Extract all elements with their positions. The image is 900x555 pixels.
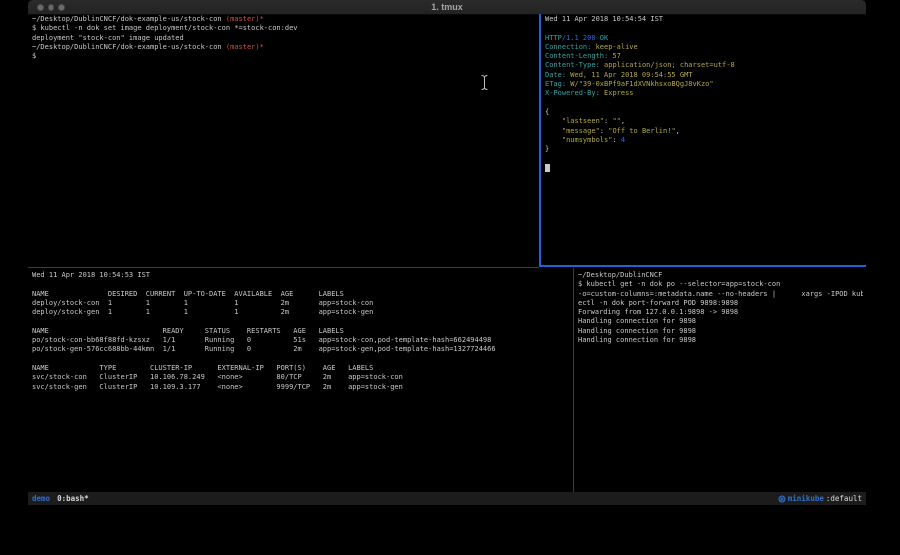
terminal-line [32, 280, 570, 289]
terminal-block-cursor [545, 164, 550, 172]
pane-bottom-left-kubectl-get[interactable]: Wed 11 Apr 2018 10:54:53 IST NAME DESIRE… [32, 271, 570, 491]
terminal-line: Wed 11 Apr 2018 10:54:53 IST [32, 271, 570, 280]
terminal-line: Handling connection for 9898 [578, 327, 863, 336]
pane-divider-horizontal-right-active[interactable] [539, 265, 866, 267]
window-titlebar[interactable]: 1. tmux [28, 0, 866, 15]
terminal-line: NAME READY STATUS RESTARTS AGE LABELS [32, 327, 570, 336]
terminal-line: Handling connection for 9898 [578, 336, 863, 345]
terminal-line [545, 99, 863, 108]
terminal-line [32, 355, 570, 364]
terminal-line: Content-Length: 57 [545, 52, 863, 61]
terminal-line: -o=custom-columns=:metadata.name --no-he… [578, 290, 863, 299]
pane-bottom-right-port-forward[interactable]: ~/Desktop/DublinCNCF$ kubectl get -n dok… [578, 271, 863, 491]
terminal-line: { [545, 108, 863, 117]
terminal-line: deploy/stock-con 1 1 1 1 2m app=stock-co… [32, 299, 570, 308]
pane-top-right-http-response[interactable]: Wed 11 Apr 2018 10:54:54 IST HTTP/1.1 20… [545, 15, 863, 264]
terminal-line: "message": "Off to Berlin!", [545, 127, 863, 136]
terminal-line: $ kubectl -n dok set image deployment/st… [32, 24, 537, 33]
terminal-line: ~/Desktop/DublinCNCF/dok-example-us/stoc… [32, 43, 537, 52]
terminal-line: Handling connection for 9898 [578, 317, 863, 326]
terminal-line: $ [32, 52, 537, 61]
terminal-line [545, 154, 863, 163]
terminal-line [545, 24, 863, 33]
terminal-line: ~/Desktop/DublinCNCF [578, 271, 863, 280]
pane-top-left-shell[interactable]: ~/Desktop/DublinCNCF/dok-example-us/stoc… [32, 15, 537, 264]
terminal-line: svc/stock-gen ClusterIP 10.109.3.177 <no… [32, 383, 570, 392]
terminal-line: Date: Wed, 11 Apr 2018 09:54:55 GMT [545, 71, 863, 80]
terminal-line: Wed 11 Apr 2018 10:54:54 IST [545, 15, 863, 24]
terminal-window: 1. tmux ~/Desktop/DublinCNCF/dok-example… [28, 0, 866, 505]
terminal-line: Connection: keep-alive [545, 43, 863, 52]
terminal-line: "lastseen": "", [545, 117, 863, 126]
terminal-line: NAME TYPE CLUSTER-IP EXTERNAL-IP PORT(S)… [32, 364, 570, 373]
terminal-line: Forwarding from 127.0.0.1:9898 -> 9898 [578, 308, 863, 317]
pane-divider-top-vertical-active[interactable] [539, 14, 541, 267]
terminal-line: HTTP/1.1 200 OK [545, 34, 863, 43]
terminal-line: deployment "stock-con" image updated [32, 34, 537, 43]
terminal-line: deploy/stock-gen 1 1 1 1 2m app=stock-ge… [32, 308, 570, 317]
tmux-session-name[interactable]: demo [32, 492, 50, 505]
desktop: 1. tmux ~/Desktop/DublinCNCF/dok-example… [0, 0, 900, 555]
terminal-line [545, 164, 863, 173]
kube-context-label: minikube [788, 492, 824, 505]
mouse-text-ibeam-cursor [480, 74, 489, 95]
kubernetes-wheel-icon [778, 495, 786, 503]
window-title: 1. tmux [28, 2, 866, 12]
terminal-line: NAME DESIRED CURRENT UP-TO-DATE AVAILABL… [32, 290, 570, 299]
terminal-line [32, 317, 570, 326]
tmux-status-bar: demo 0:bash* minikube:default [28, 492, 866, 505]
terminal-line: X-Powered-By: Express [545, 89, 863, 98]
terminal-line: ectl -n dok port-forward POD 9898:9898 [578, 299, 863, 308]
tmux-status-right: minikube:default [778, 492, 862, 505]
pane-divider-bottom-vertical[interactable] [573, 268, 574, 492]
pane-divider-horizontal-left[interactable] [28, 267, 539, 268]
terminal-line: } [545, 145, 863, 154]
tmux-window-item[interactable]: 0:bash* [57, 492, 89, 505]
terminal-line: po/stock-con-bb68f88fd-kzsxz 1/1 Running… [32, 336, 570, 345]
kube-namespace-label: :default [826, 492, 862, 505]
terminal-line: Content-Type: application/json; charset=… [545, 61, 863, 70]
terminal-line: ~/Desktop/DublinCNCF/dok-example-us/stoc… [32, 15, 537, 24]
terminal-line: $ kubectl get -n dok po --selector=app=s… [578, 280, 863, 289]
terminal-line: po/stock-gen-576cc688bb-44kmn 1/1 Runnin… [32, 345, 570, 354]
terminal-line: ETag: W/"39-0xBPf9aF1dXVNkhsxoBQgJ8vKzo" [545, 80, 863, 89]
terminal-line: "numsymbols": 4 [545, 136, 863, 145]
terminal-line: svc/stock-con ClusterIP 10.106.78.249 <n… [32, 373, 570, 382]
